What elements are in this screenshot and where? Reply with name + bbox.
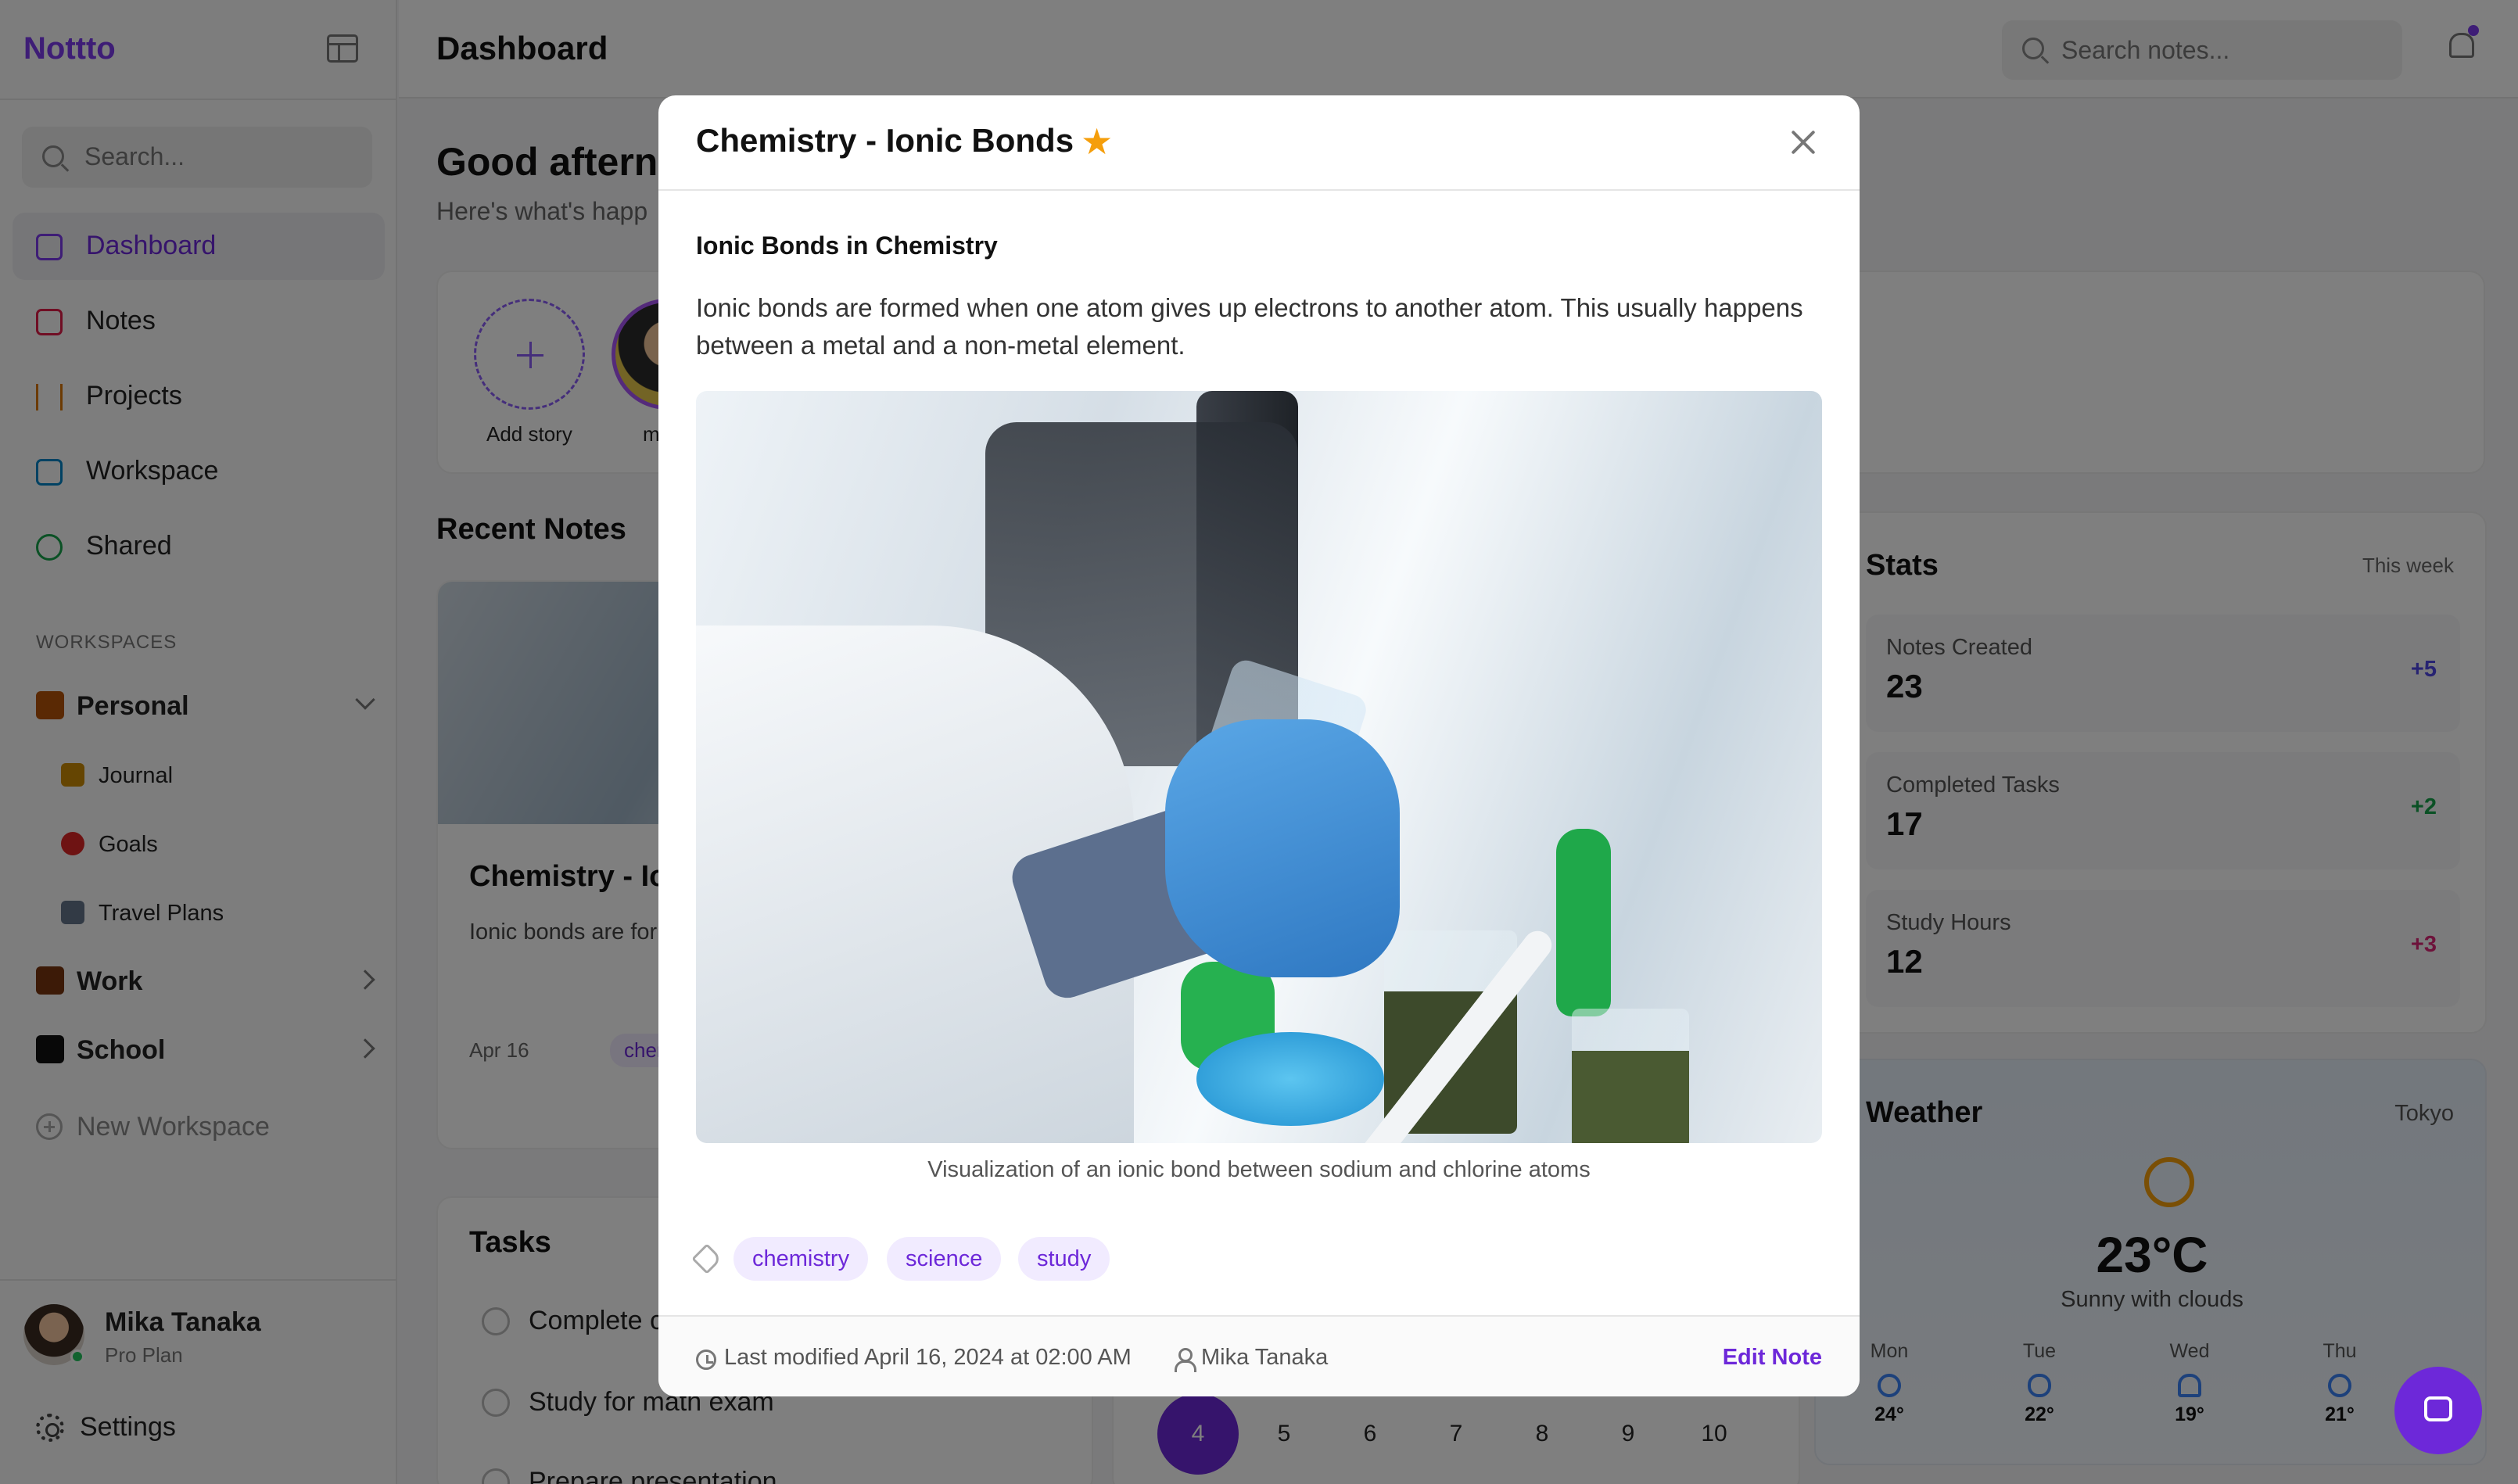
note-modal: Chemistry - Ionic Bonds ★ Ionic Bonds in… [658,95,1860,1396]
image-gloved-hand [1165,719,1400,977]
user-icon [1175,1348,1196,1372]
modal-title: Chemistry - Ionic Bonds [696,122,1074,159]
tag-icon [691,1243,723,1274]
app-root: Nottto Search... Dashboard Notes Project… [0,0,2518,1484]
tag-science[interactable]: science [887,1237,1002,1281]
modal-footer: Last modified April 16, 2024 at 02:00 AM… [658,1315,1860,1396]
image-petri-dish [1196,1032,1384,1126]
tag-chemistry[interactable]: chemistry [734,1237,869,1281]
image-caption: Visualization of an ionic bond between s… [927,1157,1591,1182]
image-green-flask [1556,829,1611,1016]
note-paragraph: Ionic bonds are formed when one atom giv… [696,293,1803,360]
tag-study[interactable]: study [1018,1237,1110,1281]
note-heading: Ionic Bonds in Chemistry [696,231,998,260]
last-modified: Last modified April 16, 2024 at 02:00 AM [724,1345,1132,1370]
close-icon[interactable] [1784,124,1822,161]
ai-assistant-button[interactable] [2394,1367,2482,1454]
note-author: Mika Tanaka [1201,1345,1329,1370]
note-image [696,391,1822,1143]
image-beaker [1572,1009,1689,1143]
edit-note-button[interactable]: Edit Note [1723,1345,1822,1371]
star-icon[interactable]: ★ [1081,122,1113,161]
robot-icon [2424,1396,2452,1421]
modal-header: Chemistry - Ionic Bonds ★ [658,95,1860,191]
clock-icon [696,1350,716,1370]
